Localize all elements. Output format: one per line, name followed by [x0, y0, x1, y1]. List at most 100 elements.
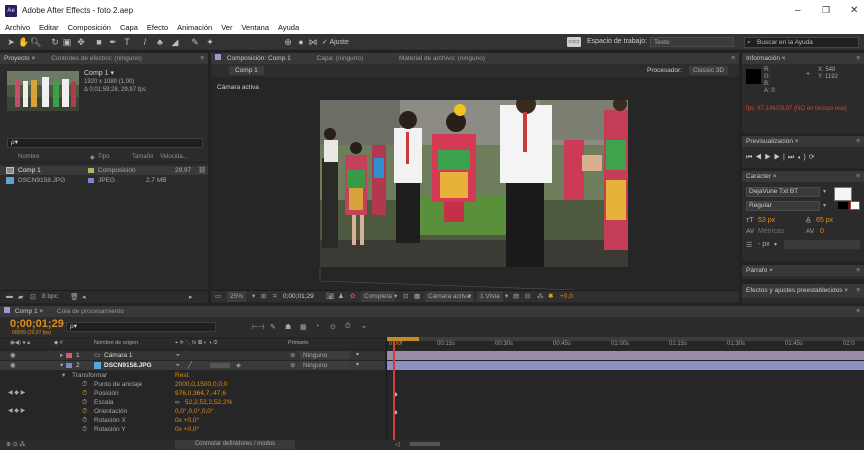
stroke-type-select[interactable]: [784, 240, 860, 249]
parent-select-camera[interactable]: Ninguno: [300, 351, 350, 359]
project-row-footage[interactable]: DSCN9158.JPG JPEG 2,7 MB: [0, 176, 208, 185]
zoom-out-icon[interactable]: ◁: [395, 441, 400, 448]
stopwatch-icon[interactable]: ⏱: [82, 425, 87, 434]
last-frame-icon[interactable]: ⏭: [788, 154, 797, 161]
always-preview-icon[interactable]: ▭: [215, 291, 221, 302]
panel-menu-icon[interactable]: ≡: [856, 136, 860, 147]
pixel-aspect-icon[interactable]: ▤: [513, 291, 519, 302]
exposure-icon[interactable]: ✱: [548, 291, 553, 302]
layer-bar-camera[interactable]: [387, 351, 864, 360]
frame-blending-icon[interactable]: ▦: [300, 323, 307, 331]
fill-color-swatch[interactable]: [834, 187, 852, 201]
interpret-footage-icon[interactable]: ▬: [6, 293, 13, 300]
resolution-select[interactable]: Completa: [361, 291, 395, 302]
new-comp-icon[interactable]: ⊡: [30, 293, 36, 301]
minimize-button[interactable]: –: [795, 5, 801, 16]
bpc-toggle[interactable]: 8 bpc: [42, 293, 58, 300]
stroke-arrow-icon[interactable]: ▾: [774, 241, 777, 248]
col-type[interactable]: Tipo: [98, 154, 109, 160]
rotate-tool-icon[interactable]: ↻: [50, 37, 60, 47]
composition-viewer[interactable]: [320, 100, 628, 267]
show-snapshot-icon[interactable]: ♟: [338, 291, 344, 302]
parent-arrow-icon[interactable]: ▾: [356, 361, 359, 370]
mask-view-icon[interactable]: ⌗: [273, 291, 277, 302]
first-frame-icon[interactable]: ⏮: [746, 154, 755, 161]
timeline-search-input[interactable]: ρ▾: [66, 322, 216, 332]
renderer-button[interactable]: Classic 3D: [689, 66, 729, 75]
delete-icon[interactable]: 🗑︎: [70, 293, 79, 301]
lock-icon[interactable]: [215, 54, 221, 60]
audio-icon[interactable]: ◂): [797, 154, 809, 161]
tab-preview[interactable]: Previsualización ×: [746, 138, 799, 145]
transparency-grid-icon[interactable]: ▦: [414, 291, 420, 302]
parent-select-image[interactable]: Ninguno: [300, 361, 350, 369]
tab-composition[interactable]: Composición: Comp 1: [227, 55, 291, 62]
maximize-button[interactable]: ❐: [822, 5, 830, 16]
layer-bar-image[interactable]: [387, 361, 864, 370]
panel-menu-icon[interactable]: ≡: [731, 53, 735, 64]
motion-blur-icon[interactable]: ◔: [315, 323, 319, 330]
property-scale[interactable]: ⏱ Escala ∞ 52,2,52,2,52,2%: [0, 398, 385, 407]
3d-layer-icon[interactable]: ◈: [236, 361, 241, 370]
eraser-tool-icon[interactable]: ◢: [170, 37, 180, 47]
zoom-arrow-icon[interactable]: ▾: [252, 291, 255, 302]
play-icon[interactable]: ▶: [765, 154, 774, 161]
flowchart-icon[interactable]: ⛓: [198, 166, 206, 175]
menu-ver[interactable]: Ver: [216, 22, 236, 32]
axis-icon[interactable]: ⊕: [283, 37, 293, 47]
shy-switch-icon[interactable]: ⌖: [176, 351, 180, 360]
tab-character[interactable]: Carácter ×: [746, 173, 777, 180]
zoom-slider[interactable]: [410, 442, 440, 446]
col-parent[interactable]: Primario: [288, 339, 308, 348]
font-style-select[interactable]: Regular: [746, 201, 820, 211]
label-col-icon[interactable]: ◆ #: [54, 339, 63, 348]
tab-effects-presets[interactable]: Efectos y ajustes preestablecidos ×: [746, 287, 848, 294]
shy-switch-icon[interactable]: ⌖: [176, 361, 180, 370]
snap-icon[interactable]: ●: [296, 37, 306, 47]
property-orientation[interactable]: ◀ ◆ ▶ ⏱ Orientación 0,0°,0,0°,0,0°: [0, 407, 385, 416]
project-search-input[interactable]: ρ▾: [7, 138, 203, 148]
collapse-icon[interactable]: ▾: [60, 361, 63, 370]
selected-item-name[interactable]: Comp 1 ▾: [84, 70, 146, 78]
visibility-icon[interactable]: ◉: [10, 351, 16, 360]
tab-timeline-comp[interactable]: Comp 1 ×: [15, 308, 43, 315]
panel-menu-icon[interactable]: ≡: [856, 306, 860, 317]
parent-pickwhip-icon[interactable]: ⊚: [290, 351, 295, 360]
zoom-tool-icon[interactable]: 🔍︎: [30, 37, 41, 47]
roto-brush-tool-icon[interactable]: ✎: [190, 37, 200, 47]
help-search-input[interactable]: ⌕ Buscar en la Ayuda: [744, 37, 859, 48]
comp-mini-flowchart-icon[interactable]: ⊢⊣: [252, 323, 264, 331]
menu-composicion[interactable]: Composición: [63, 22, 115, 32]
workspace-icon[interactable]: ▭▭: [567, 37, 581, 47]
property-rotation-y[interactable]: ⏱ Rotación Y 0x +0,0°: [0, 425, 385, 434]
font-size-value[interactable]: 53 px: [758, 217, 775, 224]
leading-value[interactable]: 65 px: [816, 217, 833, 224]
exposure-value[interactable]: +0,0: [560, 291, 573, 302]
hand-tool-icon[interactable]: ✋: [18, 37, 29, 47]
snapping-checkbox[interactable]: ✓ Ajuste: [322, 38, 349, 46]
av-switches-icon[interactable]: ◉◀) ● 🔒︎: [10, 339, 30, 348]
camera-tool-icon[interactable]: ▣: [62, 37, 72, 47]
kerning-value[interactable]: Métricas: [758, 228, 784, 235]
timeline-track-area[interactable]: 0:00f 00:15s 00:30s 00:45s 01:00s 01:15s…: [386, 337, 864, 440]
stopwatch-active-icon[interactable]: ⏱: [82, 407, 87, 416]
panel-menu-icon[interactable]: ≡: [856, 265, 860, 276]
layer-row-camera[interactable]: ◉ ▸ 1 ▭ Cámara 1 ⌖ ⊚ Ninguno ▾: [0, 351, 385, 360]
tab-info[interactable]: Información ×: [746, 55, 786, 62]
snapshot-icon[interactable]: 📷︎: [326, 291, 334, 302]
panel-menu-icon[interactable]: ≡: [856, 53, 860, 64]
channel-icon[interactable]: ✿: [350, 291, 355, 302]
col-size[interactable]: Tamaño: [132, 154, 153, 160]
tab-footage[interactable]: Material de archivo: (ninguno): [399, 55, 485, 62]
stroke-width-value[interactable]: - px: [758, 241, 770, 248]
time-ruler[interactable]: 0:00f 00:15s 00:30s 00:45s 01:00s 01:15s…: [387, 341, 864, 350]
views-arrow-icon[interactable]: ▾: [505, 291, 508, 302]
graph-editor-icon[interactable]: ⊙: [330, 323, 336, 331]
safe-margins-icon[interactable]: ⊞: [261, 291, 266, 302]
label-col-icon[interactable]: ◆: [90, 154, 95, 161]
pen-tool-icon[interactable]: ✒: [108, 37, 118, 47]
tab-effect-controls[interactable]: Controles de efectos: (ninguno): [51, 55, 142, 62]
draft-3d-icon[interactable]: ✎: [270, 323, 276, 331]
puppet-tool-icon[interactable]: ✦: [205, 37, 215, 47]
panel-menu-icon[interactable]: ≡: [200, 53, 204, 64]
